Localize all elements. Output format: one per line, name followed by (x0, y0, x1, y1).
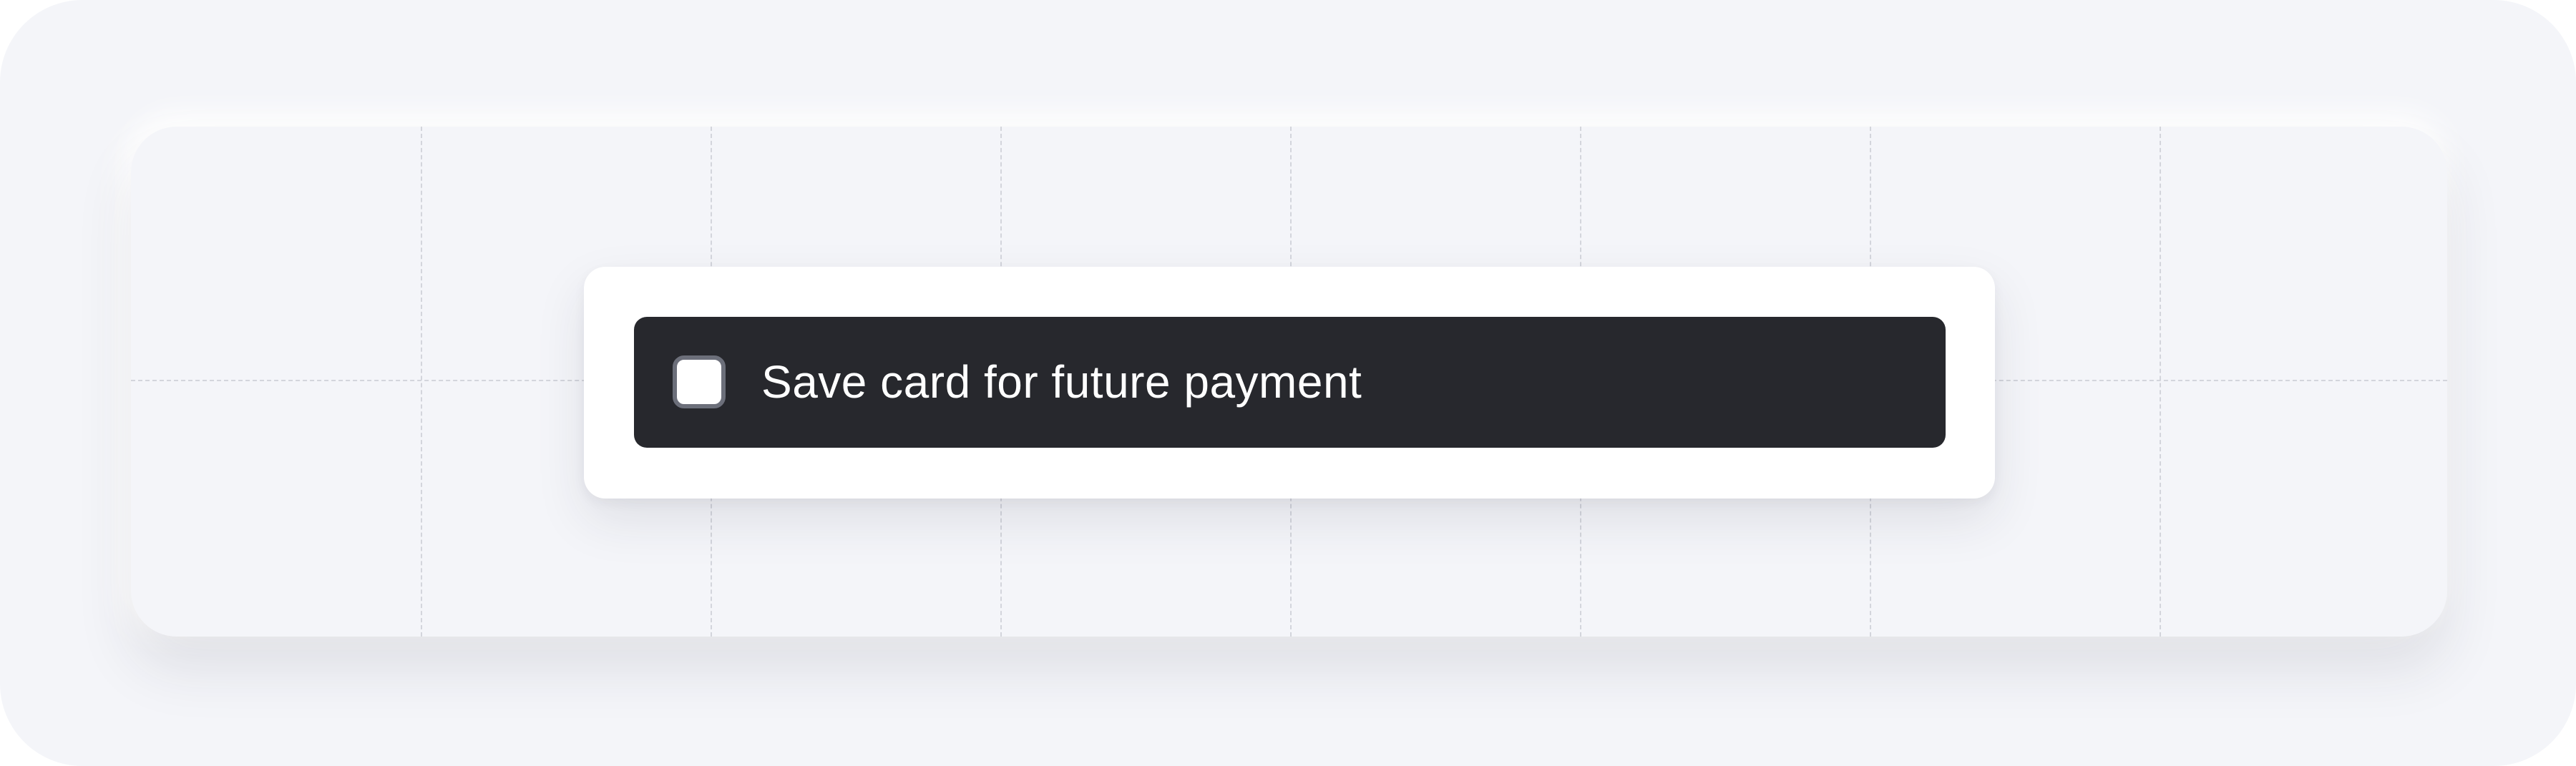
save-card-option[interactable]: Save card for future payment (634, 317, 1946, 448)
grid-line (421, 127, 422, 637)
grid-line (2160, 127, 2161, 637)
save-card-checkbox[interactable] (673, 355, 726, 408)
save-card-label: Save card for future payment (761, 356, 1362, 408)
page-background: Save card for future payment (0, 0, 2576, 766)
save-card-panel: Save card for future payment (584, 267, 1995, 499)
